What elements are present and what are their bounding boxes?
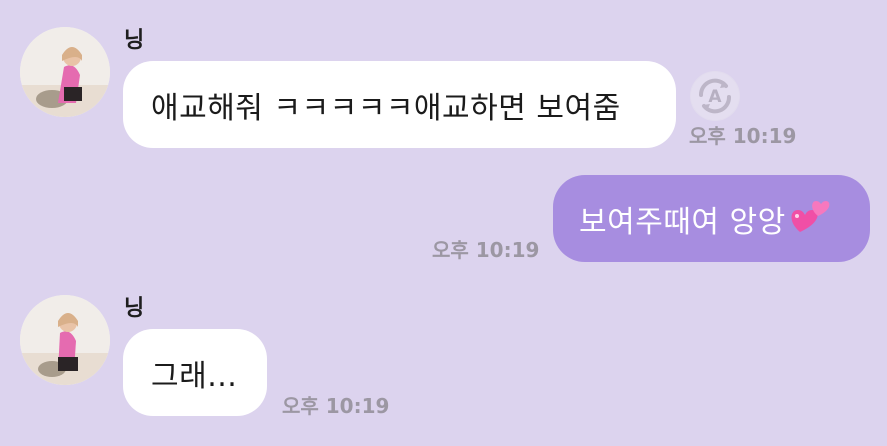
translate-icon: A [691, 72, 739, 120]
avatar-photo [20, 295, 110, 385]
translate-button[interactable]: A [690, 71, 740, 121]
sender-name: 닝 [124, 28, 145, 53]
sender-avatar[interactable] [20, 295, 110, 385]
message-bubble-incoming[interactable]: 그래... [123, 329, 267, 416]
two-hearts-icon [790, 196, 830, 242]
message-bubble-incoming[interactable]: 애교해줘 ㅋㅋㅋㅋㅋ애교하면 보여줌 [123, 61, 676, 148]
message-bubble-outgoing[interactable]: 보여주때여 앙앙 [553, 175, 870, 262]
sender-avatar[interactable] [20, 27, 110, 117]
sender-name: 닝 [124, 296, 145, 321]
message-text: 애교해줘 ㅋㅋㅋㅋㅋ애교하면 보여줌 [151, 90, 621, 126]
chat-window: 닝 애교해줘 ㅋㅋㅋㅋㅋ애교하면 보여줌 A 오후 10:19 오후 10:19… [0, 0, 887, 446]
message-text: 보여주때여 앙앙 [579, 204, 786, 240]
svg-text:A: A [708, 87, 722, 107]
message-timestamp: 오후 10:19 [689, 124, 797, 148]
message-text: 그래... [151, 358, 238, 394]
message-timestamp: 오후 10:19 [432, 238, 540, 262]
message-timestamp: 오후 10:19 [282, 394, 390, 418]
avatar-photo [20, 27, 110, 117]
